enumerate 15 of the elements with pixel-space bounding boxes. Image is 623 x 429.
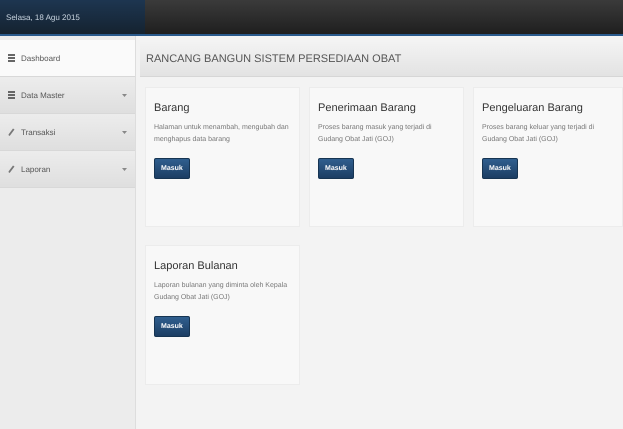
card-title: Barang — [154, 102, 190, 114]
list-icon — [8, 91, 15, 99]
card-title: Pengeluaran Barang — [482, 102, 584, 114]
sidebar-item-label: Transaksi — [21, 128, 56, 136]
sidebar-item-label: Dashboard — [21, 54, 62, 62]
sidebar-item-label: Laporan — [21, 164, 52, 174]
pencil-icon — [8, 165, 15, 173]
list-icon — [8, 54, 15, 62]
date-label: Selasa, 18 Agu 2015 — [6, 12, 80, 22]
sidebar-item-label: Data Master — [21, 90, 66, 100]
page-title: RANCANG BANGUN SISTEM PERSEDIAAN OBAT — [146, 53, 402, 65]
pencil-icon — [8, 128, 15, 136]
card-title: Penerimaan Barang — [318, 102, 417, 114]
sidebar-item[interactable]: Dashboard — [0, 40, 135, 77]
card-title: Laporan Bulanan — [154, 260, 239, 272]
